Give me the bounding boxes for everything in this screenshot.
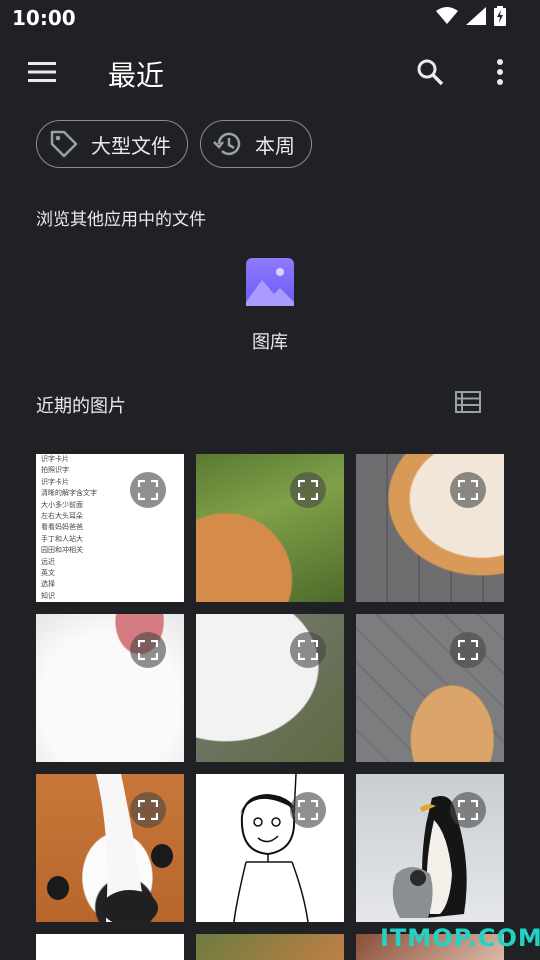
search-icon (417, 59, 444, 86)
navigation-menu-button[interactable] (22, 52, 62, 92)
history-icon (213, 132, 241, 156)
list-view-icon (455, 391, 481, 413)
image-thumbnail[interactable] (36, 774, 184, 922)
fullscreen-icon (138, 480, 158, 500)
app-bar: 最近 (0, 44, 540, 100)
image-thumbnail[interactable] (196, 934, 344, 960)
filter-chips: 大型文件 本周 (36, 120, 312, 168)
expand-preview-button[interactable] (450, 792, 486, 828)
image-thumbnail[interactable] (356, 774, 504, 922)
gallery-icon (246, 258, 294, 306)
recent-images-grid: 识字卡片 拍照识字 识字卡片 清晰的解字含文字 大小多少前面 左右大头耳朵 看看… (36, 454, 504, 960)
expand-preview-button[interactable] (130, 632, 166, 668)
list-view-toggle[interactable] (448, 382, 488, 422)
expand-preview-button[interactable] (290, 472, 326, 508)
label-icon (50, 130, 78, 158)
penguin-illustration (392, 796, 467, 918)
expand-preview-button[interactable] (130, 472, 166, 508)
more-vert-icon (497, 59, 503, 85)
menu-icon (28, 62, 56, 82)
chip-this-week[interactable]: 本周 (200, 120, 312, 168)
chip-large-files[interactable]: 大型文件 (36, 120, 188, 168)
fullscreen-icon (298, 480, 318, 500)
fullscreen-icon (458, 800, 478, 820)
more-options-button[interactable] (480, 52, 520, 92)
status-icons (436, 6, 506, 26)
chip-label: 本周 (255, 133, 295, 158)
gallery-app-tile[interactable]: 图库 (226, 258, 314, 354)
status-bar: 10:00 (0, 0, 540, 36)
expand-preview-button[interactable] (450, 632, 486, 668)
image-thumbnail[interactable] (196, 774, 344, 922)
image-thumbnail[interactable] (196, 614, 344, 762)
fullscreen-icon (138, 800, 158, 820)
wifi-icon (436, 7, 458, 24)
search-button[interactable] (410, 52, 450, 92)
corgi-face-illustration (47, 774, 173, 922)
image-thumbnail[interactable] (36, 934, 184, 960)
fullscreen-icon (458, 480, 478, 500)
image-thumbnail[interactable] (196, 454, 344, 602)
gallery-app-label: 图库 (252, 332, 288, 353)
watermark: ITMOP.COM (380, 924, 540, 952)
page-title: 最近 (108, 59, 165, 92)
expand-preview-button[interactable] (290, 632, 326, 668)
fullscreen-icon (138, 640, 158, 660)
recent-images-heading: 近期的图片 (36, 396, 126, 417)
fullscreen-icon (458, 640, 478, 660)
expand-preview-button[interactable] (290, 792, 326, 828)
expand-preview-button[interactable] (130, 792, 166, 828)
browse-other-apps-heading: 浏览其他应用中的文件 (36, 210, 206, 230)
fullscreen-icon (298, 800, 318, 820)
expand-preview-button[interactable] (450, 472, 486, 508)
image-thumbnail[interactable] (356, 614, 504, 762)
image-thumbnail[interactable] (356, 454, 504, 602)
battery-charging-icon (494, 6, 506, 26)
document-text: 识字卡片 拍照识字 识字卡片 清晰的解字含文字 大小多少前面 左右大头耳朵 看看… (41, 455, 97, 600)
signal-icon (466, 7, 486, 25)
image-thumbnail[interactable] (36, 614, 184, 762)
status-time: 10:00 (12, 6, 76, 30)
chip-label: 大型文件 (91, 133, 171, 158)
fullscreen-icon (298, 640, 318, 660)
sketch-drawing (233, 774, 309, 922)
image-thumbnail[interactable]: 识字卡片 拍照识字 识字卡片 清晰的解字含文字 大小多少前面 左右大头耳朵 看看… (36, 454, 184, 602)
